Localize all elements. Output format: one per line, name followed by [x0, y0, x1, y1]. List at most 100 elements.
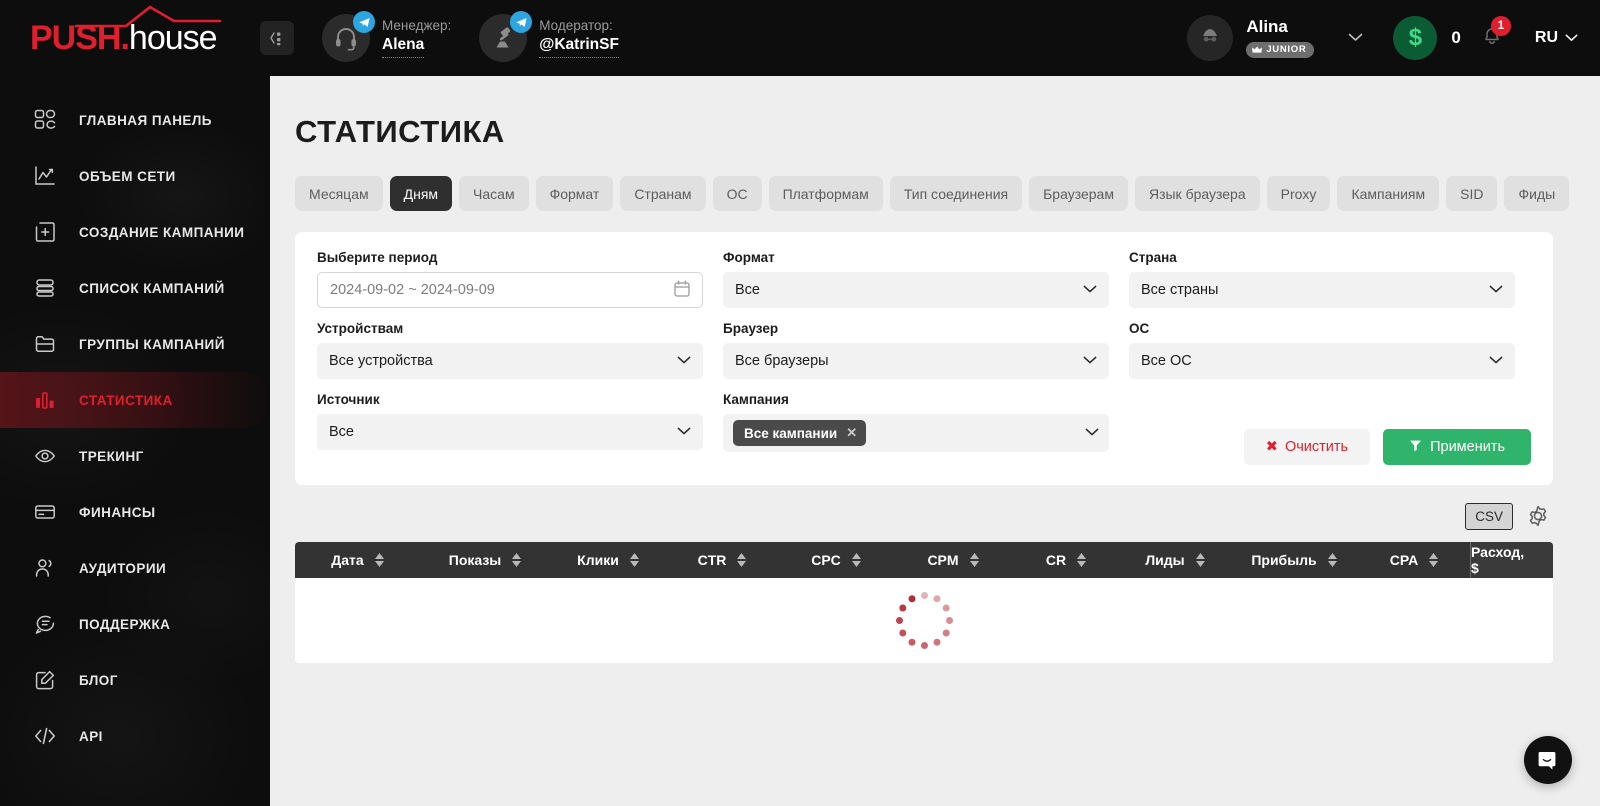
spinner-dot	[942, 629, 950, 637]
export-csv-button[interactable]: CSV	[1465, 502, 1513, 530]
table-header-cell[interactable]: CR	[1012, 542, 1120, 578]
sort-arrows-icon[interactable]	[374, 553, 384, 567]
tab-9[interactable]: Браузерам	[1029, 176, 1128, 211]
sort-arrows-icon[interactable]	[512, 553, 522, 567]
tab-6[interactable]: ОС	[712, 176, 762, 211]
sidebar-item-label: ГЛАВНАЯ ПАНЕЛЬ	[79, 112, 212, 128]
source-select[interactable]: Все	[317, 414, 703, 450]
format-select[interactable]: Все	[723, 272, 1109, 308]
notifications-button[interactable]: 1	[1481, 16, 1511, 52]
sidebar-nav: ГЛАВНАЯ ПАНЕЛЬ ОБЪЕМ СЕТИ СОЗДАНИЕ КАМПАНИ…	[0, 76, 270, 764]
sidebar-item-7[interactable]: ТРЕКИНГ	[0, 428, 270, 484]
tab-8[interactable]: Тип соединения	[889, 176, 1023, 211]
support-chat-icon	[32, 611, 58, 637]
filter-devices-label: Устройствам	[317, 321, 404, 336]
tab-13[interactable]: SID	[1446, 176, 1498, 211]
tab-5[interactable]: Странам	[620, 176, 706, 211]
bar-chart-icon	[32, 387, 58, 413]
table-header-cell[interactable]: Дата	[295, 542, 420, 578]
sidebar-item-1[interactable]: ГЛАВНАЯ ПАНЕЛЬ	[0, 92, 270, 148]
balance-currency-icon[interactable]: $	[1393, 16, 1438, 60]
sidebar-item-9[interactable]: АУДИТОРИИ	[0, 540, 270, 596]
sort-arrows-icon[interactable]	[1429, 553, 1439, 567]
source-value: Все	[329, 424, 354, 440]
users-icon	[32, 555, 58, 581]
clear-button[interactable]: ✖ Очистить	[1243, 429, 1371, 465]
table-header-label: Клики	[577, 552, 619, 568]
browser-select[interactable]: Все браузеры	[723, 343, 1109, 379]
date-range-input[interactable]: 2024-09-02 ~ 2024-09-09	[317, 272, 703, 308]
table-header-cell[interactable]: CPA	[1358, 542, 1470, 578]
sidebar-item-3[interactable]: СОЗДАНИЕ КАМПАНИИ	[0, 204, 270, 260]
tab-4[interactable]: Формат	[535, 176, 614, 211]
intercom-chat-icon[interactable]	[1524, 736, 1572, 784]
tab-12[interactable]: Кампаниям	[1337, 176, 1440, 211]
campaign-tag-label: Все кампании	[744, 425, 838, 441]
moderator-role-label: Модератор:	[539, 18, 613, 34]
funnel-icon	[1409, 439, 1422, 456]
moderator-info[interactable]: Модератор: @KatrinSF	[479, 11, 619, 62]
gear-icon[interactable]	[1523, 501, 1553, 531]
sort-arrows-icon[interactable]	[969, 553, 979, 567]
calendar-icon[interactable]	[674, 280, 690, 301]
moderator-name[interactable]: @KatrinSF	[539, 35, 619, 58]
language-selector[interactable]: RU	[1535, 29, 1578, 47]
header-right-group: Alina JUNIOR $ 0 1 RU	[1187, 15, 1600, 61]
network-volume-chart-icon	[32, 163, 58, 189]
table-header-cell[interactable]: Прибыль	[1230, 542, 1358, 578]
sidebar-item-label: СТАТИСТИКА	[79, 392, 173, 408]
close-x-icon[interactable]: ✕	[846, 425, 857, 441]
tab-1[interactable]: Месяцам	[295, 176, 383, 211]
tab-7[interactable]: Платформам	[768, 176, 883, 211]
filter-format-label: Формат	[723, 250, 775, 265]
logo-house-text: house	[128, 19, 218, 57]
logo[interactable]: PUSH. house	[0, 0, 270, 76]
tab-3[interactable]: Часам	[459, 176, 529, 211]
apply-button[interactable]: Применить	[1383, 429, 1531, 465]
sidebar-item-10[interactable]: ПОДДЕРЖКА	[0, 596, 270, 652]
spinner-dot	[942, 604, 950, 612]
browser-value: Все браузеры	[735, 353, 829, 369]
sidebar-item-label: ГРУППЫ КАМПАНИЙ	[79, 336, 225, 352]
table-header-label: Дата	[331, 552, 364, 568]
os-select[interactable]: Все ОС	[1129, 343, 1515, 379]
tab-10[interactable]: Язык браузера	[1134, 176, 1260, 211]
campaign-multiselect[interactable]: Все кампании ✕	[723, 414, 1109, 452]
sort-arrows-icon[interactable]	[1195, 553, 1205, 567]
tab-11[interactable]: Proxy	[1266, 176, 1331, 211]
avatar[interactable]	[1187, 15, 1234, 61]
sidebar-item-8[interactable]: ФИНАНСЫ	[0, 484, 270, 540]
sidebar-item-6[interactable]: СТАТИСТИКА	[0, 372, 270, 428]
sort-arrows-icon[interactable]	[1077, 553, 1087, 567]
table-header-cell[interactable]: CPM	[894, 542, 1012, 578]
sidebar-item-4[interactable]: СПИСОК КАМПАНИЙ	[0, 260, 270, 316]
table-header-cell[interactable]: Показы	[420, 542, 550, 578]
sort-arrows-icon[interactable]	[737, 553, 747, 567]
devices-select[interactable]: Все устройства	[317, 343, 703, 379]
sidebar-item-5[interactable]: ГРУППЫ КАМПАНИЙ	[0, 316, 270, 372]
manager-info[interactable]: Менеджер: Alena	[322, 11, 451, 62]
table-header-cell[interactable]: CTR	[666, 542, 778, 578]
manager-name[interactable]: Alena	[382, 35, 425, 58]
tab-2[interactable]: Дням	[389, 176, 453, 211]
table-header-cell[interactable]: Клики	[550, 542, 666, 578]
user-menu-chevron-down-icon[interactable]	[1348, 29, 1363, 47]
user-name: Alina	[1246, 17, 1288, 37]
table-header-cell[interactable]: Лиды	[1120, 542, 1230, 578]
country-select[interactable]: Все страны	[1129, 272, 1515, 308]
chevron-down-icon	[1085, 425, 1099, 441]
tab-14[interactable]: Фиды	[1504, 176, 1570, 211]
table-header-cell[interactable]: CPC	[778, 542, 894, 578]
sort-arrows-icon[interactable]	[629, 553, 639, 567]
dashboard-grid-icon	[32, 107, 58, 133]
sort-arrows-icon[interactable]	[851, 553, 861, 567]
spinner-dot	[898, 604, 906, 612]
status-badge: JUNIOR	[1246, 41, 1315, 58]
edit-square-icon	[32, 667, 58, 693]
sidebar-item-11[interactable]: БЛОГ	[0, 652, 270, 708]
balance-amount: 0	[1451, 28, 1461, 47]
sidebar-item-12[interactable]: API	[0, 708, 270, 764]
filter-period-label: Выберите период	[317, 250, 438, 265]
sidebar-item-2[interactable]: ОБЪЕМ СЕТИ	[0, 148, 270, 204]
sort-arrows-icon[interactable]	[1327, 553, 1337, 567]
